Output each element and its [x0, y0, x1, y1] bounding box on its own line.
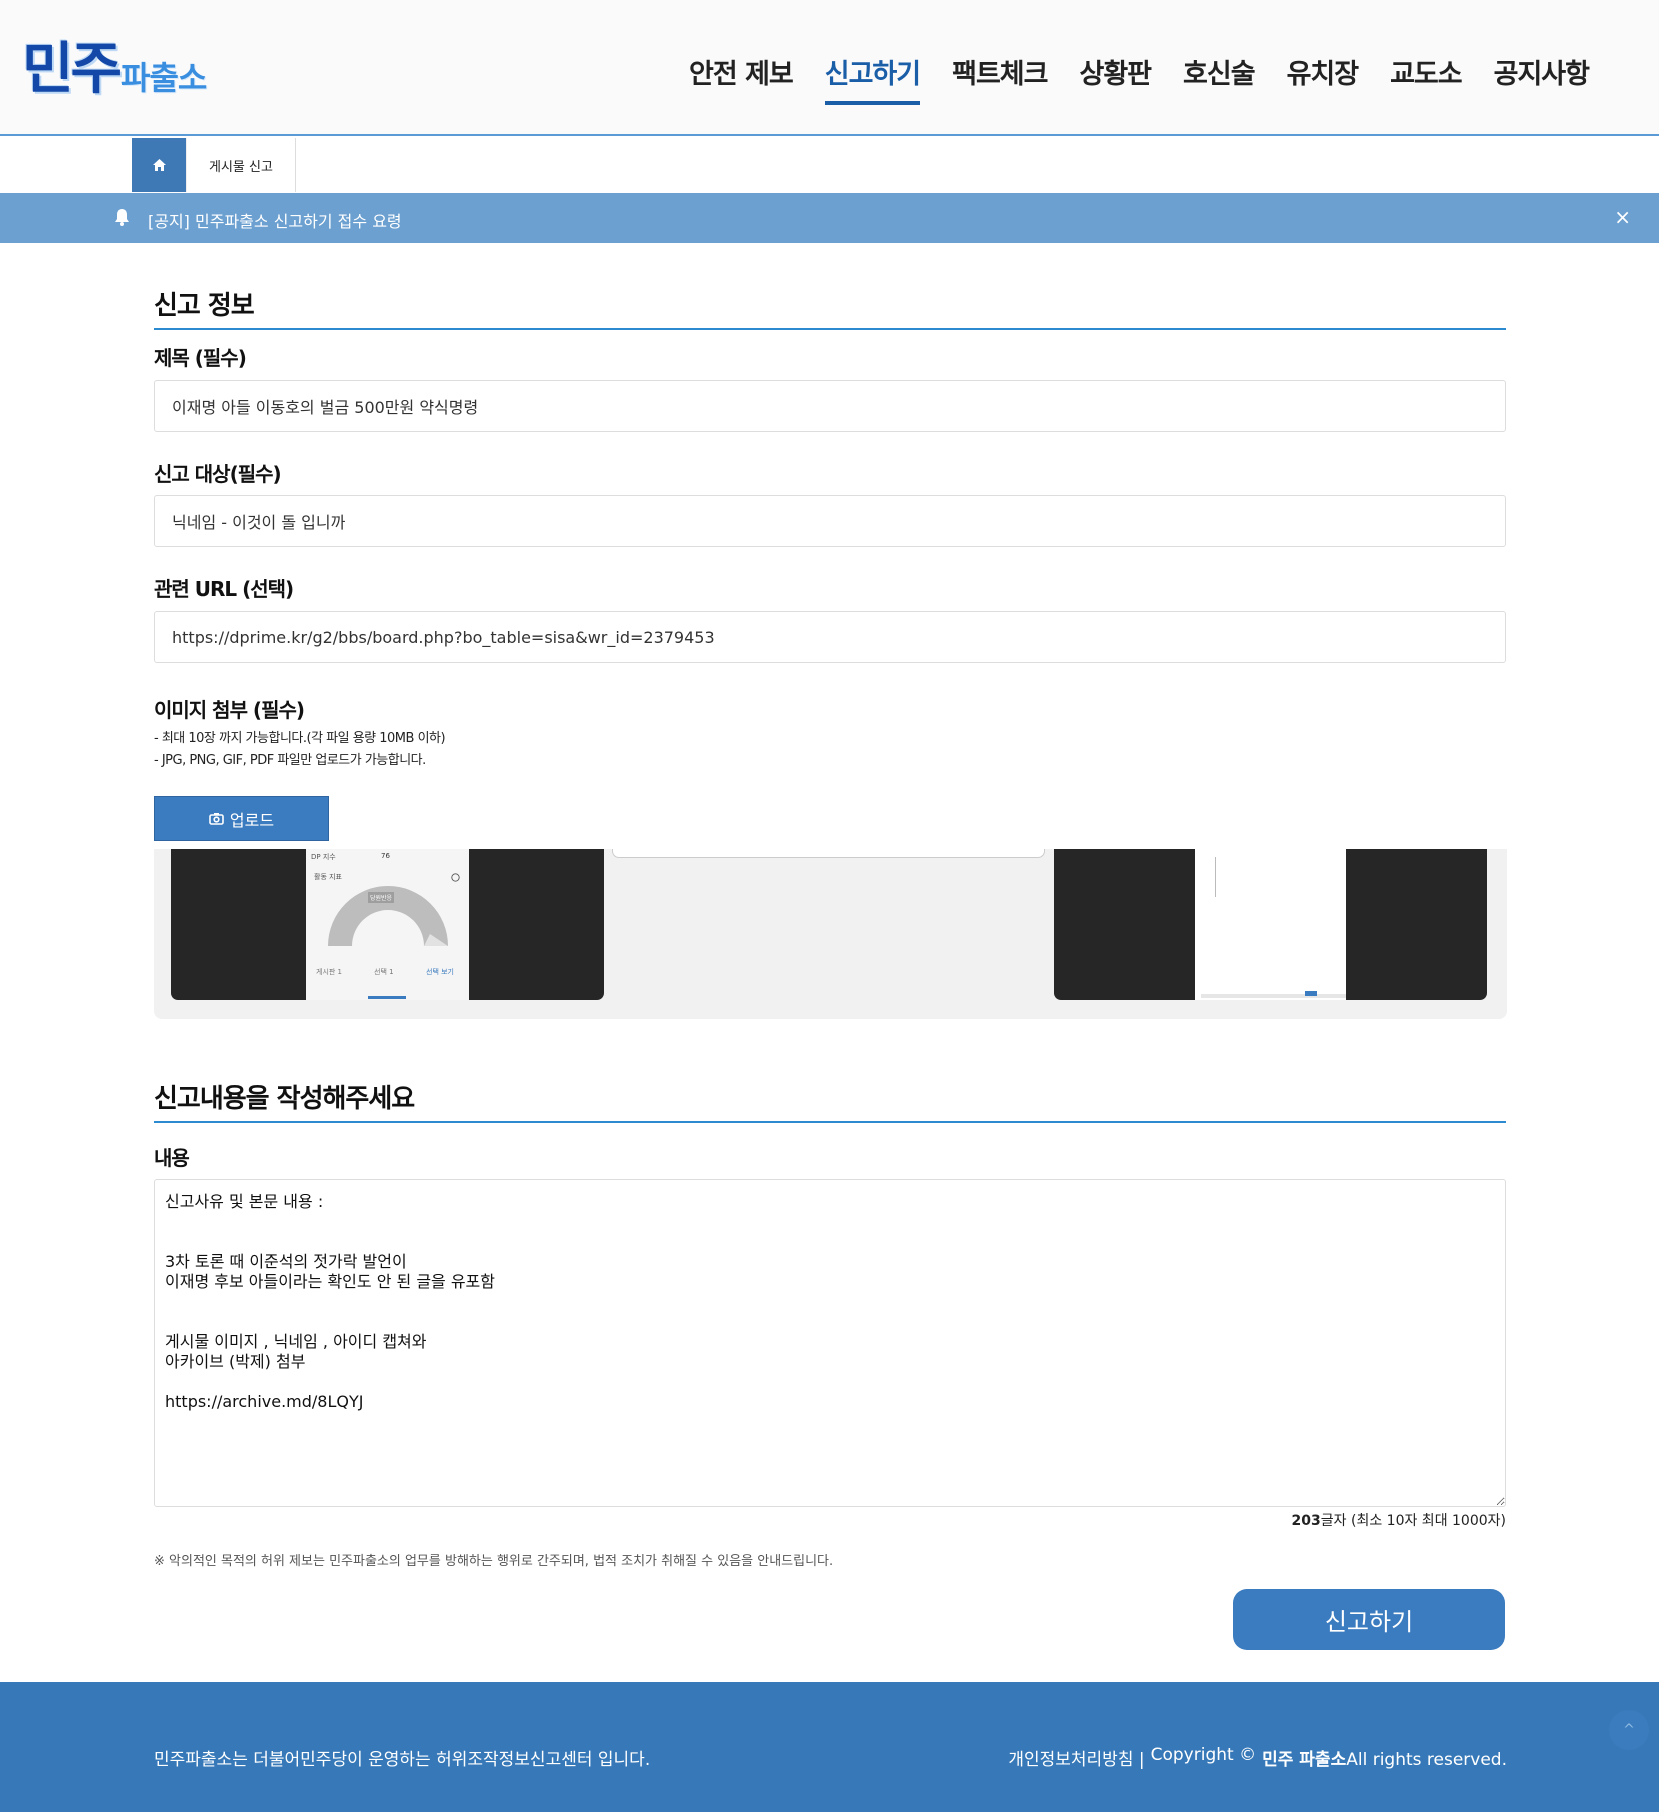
privacy-policy-link[interactable]: 개인정보처리방침 |: [1008, 1745, 1144, 1770]
breadcrumb-current: 게시물 신고: [186, 138, 296, 192]
bell-icon: [115, 209, 129, 226]
thumb-doc-lines: [1215, 857, 1310, 897]
image-preview-area: DP 지수 76 활동 지표 당원반응 게시판 1 선택 1 선택 보기: [154, 849, 1507, 1019]
nav-item-report[interactable]: 신고하기: [824, 52, 921, 105]
image-thumbnail-1[interactable]: DP 지수 76 활동 지표 당원반응 게시판 1 선택 1 선택 보기: [171, 849, 604, 1000]
site-footer: 민주파출소는 더불어민주당이 운영하는 허위조작정보신고센터 입니다. 개인정보…: [0, 1682, 1659, 1812]
notice-bar: [공지] 민주파출소 신고하기 접수 요령 ×: [0, 193, 1659, 243]
subject-label: 제목 (필수): [154, 346, 247, 370]
breadcrumb: 게시물 신고: [132, 138, 296, 192]
nav-item-self-defense[interactable]: 호신술: [1183, 52, 1256, 105]
target-input[interactable]: 닉네임 - 이것이 돌 입니까: [154, 495, 1506, 547]
body-field-group: 내용: [154, 1142, 1506, 1171]
thumb-doc-button: [1305, 991, 1317, 996]
warning-note: ※ 악의적인 목적의 허위 제보는 민주파출소의 업무를 방해하는 행위로 간주…: [154, 1550, 1506, 1569]
thumb-tab-2: 선택 1: [374, 968, 394, 976]
body-label: 내용: [154, 1146, 190, 1170]
thumb-sub-label: 활동 지표: [314, 873, 342, 881]
nav-item-lockup[interactable]: 유치장: [1287, 52, 1360, 105]
nav-item-safety-tip[interactable]: 안전 제보: [689, 52, 794, 105]
thumb-tab-3: 선택 보기: [426, 968, 454, 976]
nav-item-status-board[interactable]: 상황판: [1080, 52, 1153, 105]
logo-main-text: 민주: [22, 37, 122, 102]
site-header: 민주 파출소 안전 제보 신고하기 팩트체크 상황판 호신술 유치장 교도소 공…: [0, 0, 1659, 136]
warning-text: ※ 악의적인 목적의 허위 제보는 민주파출소의 업무를 방해하는 행위로 간주…: [154, 1554, 834, 1569]
char-count-suffix: 글자 (최소 10자 최대 1000자): [1320, 1513, 1506, 1529]
subject-input[interactable]: 이재명 아들 이동호의 벌금 500만원 약식명령: [154, 380, 1506, 432]
image-hint-format: - JPG, PNG, GIF, PDF 파일만 업로드가 가능합니다.: [154, 753, 426, 768]
thumbnail-screen-3: [1195, 849, 1346, 1000]
thumb-gauge-label: 당원반응: [368, 892, 395, 903]
url-input-wrap: https://dprime.kr/g2/bbs/board.php?bo_ta…: [154, 611, 1506, 663]
report-info-section: 신고 정보: [154, 285, 1506, 330]
section-title-report-info: 신고 정보: [154, 285, 1506, 330]
upload-button[interactable]: 업로드: [154, 796, 329, 841]
url-input[interactable]: https://dprime.kr/g2/bbs/board.php?bo_ta…: [154, 611, 1506, 663]
char-count: 203글자 (최소 10자 최대 1000자): [154, 1510, 1506, 1530]
char-count-number: 203: [1291, 1513, 1321, 1529]
footer-description: 민주파출소는 더불어민주당이 운영하는 허위조작정보신고센터 입니다.: [154, 1750, 651, 1770]
section-title-content: 신고내용을 작성해주세요: [154, 1078, 1506, 1123]
copyright-brand: 민주 파출소: [1262, 1750, 1347, 1770]
url-field-group: 관련 URL (선택): [154, 573, 1506, 602]
logo-sub-text: 파출소: [121, 59, 207, 97]
scroll-to-top-button[interactable]: ^: [1609, 1710, 1649, 1750]
subject-input-wrap: 이재명 아들 이동호의 벌금 500만원 약식명령: [154, 380, 1506, 432]
content-section: 신고내용을 작성해주세요: [154, 1078, 1506, 1123]
thumb-doc-footer: [1201, 994, 1346, 998]
info-icon: [451, 873, 460, 882]
home-icon[interactable]: [132, 138, 186, 192]
submit-button[interactable]: 신고하기: [1233, 1589, 1505, 1650]
thumbnail-screen-1: DP 지수 76 활동 지표 당원반응 게시판 1 선택 1 선택 보기: [306, 849, 469, 1000]
copyright-prefix: Copyright ©: [1150, 1745, 1257, 1765]
image-field-group: 이미지 첨부 (필수) - 최대 10장 까지 가능합니다.(각 파일 용량 1…: [154, 694, 1506, 772]
camera-icon: [209, 813, 224, 825]
thumb-dp-label: DP 지수: [311, 853, 336, 861]
main-nav: 안전 제보 신고하기 팩트체크 상황판 호신술 유치장 교도소 공지사항: [689, 52, 1590, 105]
image-thumbnail-3[interactable]: [1054, 849, 1487, 1000]
upload-label: 업로드: [229, 810, 275, 830]
thumb-tab-indicator: [368, 996, 406, 999]
image-label: 이미지 첨부 (필수): [154, 698, 305, 722]
body-textarea[interactable]: 신고사유 및 본문 내용 : 3차 토론 때 이준석의 젓가락 발언이 이재명 …: [154, 1179, 1506, 1507]
body-textarea-wrap: 신고사유 및 본문 내용 : 3차 토론 때 이준석의 젓가락 발언이 이재명 …: [154, 1179, 1506, 1511]
target-input-wrap: 닉네임 - 이것이 돌 입니까: [154, 495, 1506, 547]
nav-item-prison[interactable]: 교도소: [1390, 52, 1463, 105]
nav-item-notices[interactable]: 공지사항: [1494, 52, 1590, 105]
subject-field-group: 제목 (필수): [154, 342, 1506, 371]
site-logo[interactable]: 민주 파출소: [22, 34, 207, 102]
close-icon[interactable]: ×: [1614, 205, 1631, 229]
target-label: 신고 대상(필수): [154, 462, 282, 486]
footer-copyright: 개인정보처리방침 | Copyright © 민주 파출소All rights …: [1008, 1745, 1507, 1770]
target-field-group: 신고 대상(필수): [154, 458, 1506, 487]
image-hint-size: - 최대 10장 까지 가능합니다.(각 파일 용량 10MB 이하): [154, 731, 446, 746]
copyright-suffix: All rights reserved.: [1346, 1750, 1507, 1770]
thumb-tab-1: 게시판 1: [316, 968, 342, 976]
image-thumbnail-2[interactable]: [612, 849, 1045, 858]
thumb-dp-value: 76: [381, 852, 390, 860]
notice-text[interactable]: [공지] 민주파출소 신고하기 접수 요령: [148, 208, 402, 232]
url-label: 관련 URL (선택): [154, 577, 294, 601]
nav-item-factcheck[interactable]: 팩트체크: [952, 52, 1048, 105]
